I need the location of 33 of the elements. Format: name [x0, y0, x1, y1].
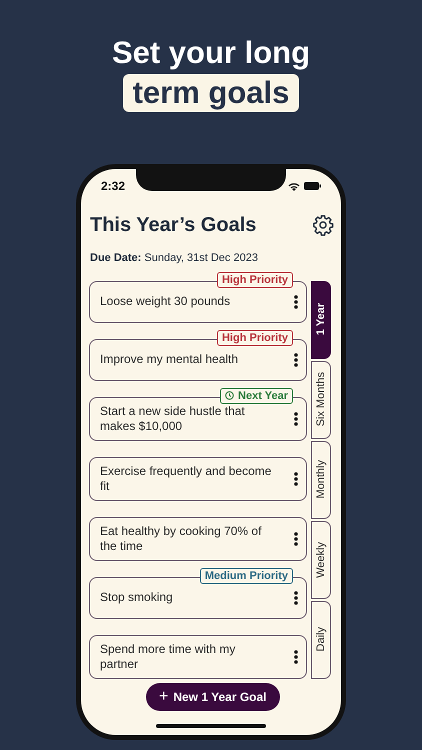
goal-card[interactable]: Exercise frequently and become fit [89, 456, 307, 500]
more-icon[interactable] [294, 412, 298, 426]
goal-text: Exercise frequently and become fit [100, 464, 272, 494]
screen-title: This Year’s Goals [90, 213, 256, 238]
period-tab[interactable]: 1 Year [311, 280, 331, 358]
new-goal-button[interactable]: + New 1 Year Goal [146, 683, 280, 711]
clock-icon [225, 391, 234, 400]
wifi-icon [288, 182, 300, 190]
more-icon[interactable] [294, 294, 298, 308]
period-tab[interactable]: Weekly [311, 520, 331, 598]
goal-card[interactable]: Eat healthy by cooking 70% of the time [89, 516, 307, 560]
battery-icon [304, 182, 321, 190]
due-date: Due Date: Sunday, 31st Dec 2023 [89, 251, 259, 266]
more-icon[interactable] [294, 472, 298, 486]
goal-card[interactable]: Spend more time with my partner [89, 634, 307, 678]
status-time: 2:32 [101, 178, 126, 195]
period-tab[interactable]: Six Months [311, 360, 331, 438]
goal-text: Spend more time with my partner [100, 642, 236, 672]
goal-text: Eat healthy by cooking 70% of the time [100, 524, 262, 554]
goal-text: Loose weight 30 pounds [100, 294, 232, 309]
more-icon[interactable] [294, 650, 298, 664]
more-icon[interactable] [294, 532, 298, 546]
settings-icon[interactable] [312, 214, 334, 236]
more-icon[interactable] [294, 352, 298, 366]
headline: Set your long [112, 34, 310, 72]
period-tab[interactable]: Monthly [311, 440, 331, 518]
more-icon[interactable] [294, 590, 298, 604]
period-tab[interactable]: Daily [311, 600, 331, 678]
goal-text: Start a new side hustle that makes $10,000 [100, 404, 246, 434]
goal-text: Improve my mental health [100, 352, 240, 367]
goal-text: Stop smoking [100, 590, 174, 605]
headline-highlight: term goals [122, 74, 300, 112]
plus-icon: + [159, 689, 168, 705]
